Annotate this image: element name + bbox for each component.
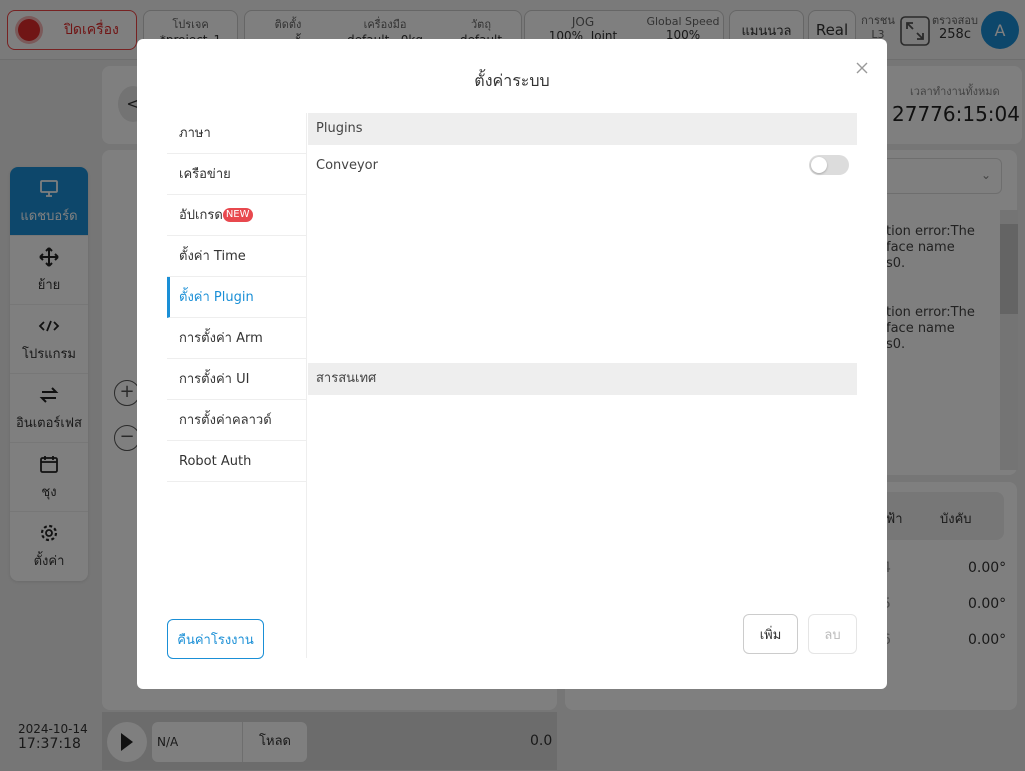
menu-item-robot-auth[interactable]: Robot Auth — [167, 441, 306, 482]
factory-reset-button[interactable]: คืนค่าโรงงาน — [167, 619, 264, 659]
new-badge: NEW — [222, 207, 253, 222]
toggle-knob — [811, 157, 827, 173]
plugins-section-header: Plugins — [308, 113, 857, 145]
menu-item-arm[interactable]: การตั้งค่า Arm — [167, 318, 306, 359]
menu-item-upgrade[interactable]: อัปเกรด NEW — [167, 195, 306, 236]
add-button[interactable]: เพิ่ม — [743, 614, 798, 654]
delete-button[interactable]: ลบ — [808, 614, 857, 654]
menu-item-time[interactable]: ตั้งค่า Time — [167, 236, 306, 277]
close-icon[interactable] — [853, 59, 871, 77]
plugin-toggle[interactable] — [809, 155, 849, 175]
menu-item-ui[interactable]: การตั้งค่า UI — [167, 359, 306, 400]
system-settings-dialog: ตั้งค่าระบบ ภาษา เครือข่าย อัปเกรด NEW ตั… — [137, 39, 887, 689]
menu-item-cloud[interactable]: การตั้งค่าคลาวด์ — [167, 400, 306, 441]
menu-item-language[interactable]: ภาษา — [167, 113, 306, 154]
menu-item-network[interactable]: เครือข่าย — [167, 154, 306, 195]
plugin-name: Conveyor — [316, 157, 378, 173]
plugin-settings-content: Plugins Conveyor สารสนเทศ — [308, 113, 857, 658]
menu-item-plugin[interactable]: ตั้งค่า Plugin — [167, 277, 306, 318]
settings-menu: ภาษา เครือข่าย อัปเกรด NEW ตั้งค่า Time ต… — [167, 113, 307, 658]
plugin-row: Conveyor — [308, 145, 857, 185]
dialog-title: ตั้งค่าระบบ — [474, 71, 550, 90]
info-section-header: สารสนเทศ — [308, 363, 857, 395]
